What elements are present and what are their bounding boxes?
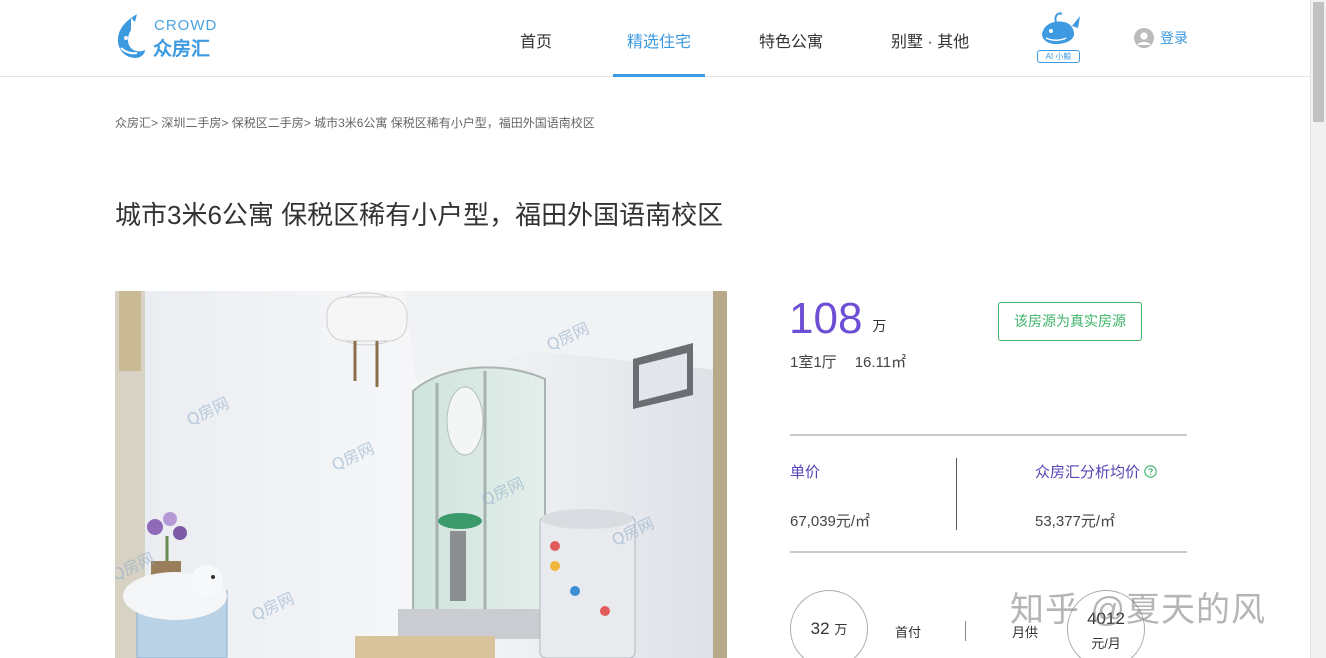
logo-text-cn: 众房汇 xyxy=(153,39,211,60)
question-circle-icon[interactable] xyxy=(1144,465,1157,478)
payment-divider xyxy=(965,621,966,641)
logo-text-en: CROWD xyxy=(154,17,218,34)
breadcrumb: 众房汇> 深圳二手房> 保税区二手房> 城市3米6公寓 保税区稀有小户型，福田外… xyxy=(115,114,595,131)
breadcrumb-city[interactable]: 深圳二手房 xyxy=(161,116,221,130)
page-scrollbar[interactable] xyxy=(1310,0,1326,658)
zhihu-watermark: 知乎 @夏天的风 xyxy=(1010,591,1266,629)
site-header: CROWD 众房汇 首页 精选住宅 特色公寓 别墅 · 其他 AI 小鲸 登录 xyxy=(0,0,1310,77)
breadcrumb-current: 城市3米6公寓 保税区稀有小户型，福田外国语南校区 xyxy=(314,116,595,130)
listing-price: 108 万 xyxy=(789,294,886,344)
down-payment-circle: 32 万 xyxy=(790,590,868,658)
login-label: 登录 xyxy=(1160,30,1188,46)
avg-price-label-text: 众房汇分析均价 xyxy=(1035,464,1141,481)
breadcrumb-home[interactable]: 众房汇 xyxy=(115,116,151,130)
breadcrumb-separator: > xyxy=(303,116,315,130)
user-avatar-icon xyxy=(1134,28,1154,48)
monthly-payment-unit: 元/月 xyxy=(1091,636,1121,651)
whale-logo-icon xyxy=(117,14,145,58)
nav-selected-homes[interactable]: 精选住宅 xyxy=(627,28,691,52)
down-payment-unit: 万 xyxy=(834,622,848,637)
listing-title: 城市3米6公寓 保税区稀有小户型，福田外国语南校区 xyxy=(115,200,724,230)
site-logo[interactable]: CROWD 众房汇 xyxy=(113,14,223,62)
avg-price-value: 53,377元/㎡ xyxy=(1035,513,1116,530)
divider xyxy=(790,551,1187,553)
price-unit: 万 xyxy=(872,318,887,334)
nav-apartments[interactable]: 特色公寓 xyxy=(759,28,823,52)
nav-villas-other[interactable]: 别墅 · 其他 xyxy=(891,28,969,52)
listing-photo[interactable]: Q房网 Q房网 Q房网 Q房网 Q房网 Q房网 Q房网 xyxy=(115,291,727,658)
price-value: 108 xyxy=(789,294,863,343)
verified-listing-badge[interactable]: 该房源为真实房源 xyxy=(998,302,1142,341)
active-nav-indicator xyxy=(613,74,705,77)
avg-price-label: 众房汇分析均价 xyxy=(1035,461,1157,482)
breadcrumb-separator: > xyxy=(151,116,162,130)
stats-divider xyxy=(956,458,957,530)
room-layout: 1室1厅 xyxy=(790,354,837,371)
breadcrumb-district[interactable]: 保税区二手房 xyxy=(232,116,304,130)
nav-home[interactable]: 首页 xyxy=(520,28,552,52)
listing-layout-area: 1室1厅 16.11㎡ xyxy=(790,351,906,372)
down-payment-amount: 32 xyxy=(810,619,830,638)
whale-mascot-icon xyxy=(1042,12,1080,44)
divider xyxy=(790,434,1187,436)
bathroom-photo: Q房网 Q房网 Q房网 Q房网 Q房网 Q房网 Q房网 xyxy=(115,291,727,658)
down-payment-value: 32 万 xyxy=(791,619,867,639)
ai-assistant-button[interactable]: AI 小鲸 xyxy=(1036,12,1082,64)
floor-area: 16.11㎡ xyxy=(854,354,907,371)
ai-assistant-label: AI 小鲸 xyxy=(1037,50,1080,63)
unit-price-value: 67,039元/㎡ xyxy=(790,513,871,530)
login-link[interactable]: 登录 xyxy=(1134,27,1188,49)
scrollbar-thumb[interactable] xyxy=(1313,2,1324,122)
breadcrumb-separator: > xyxy=(221,116,232,130)
down-payment-label: 首付 xyxy=(895,625,922,640)
unit-price-label: 单价 xyxy=(790,464,821,481)
